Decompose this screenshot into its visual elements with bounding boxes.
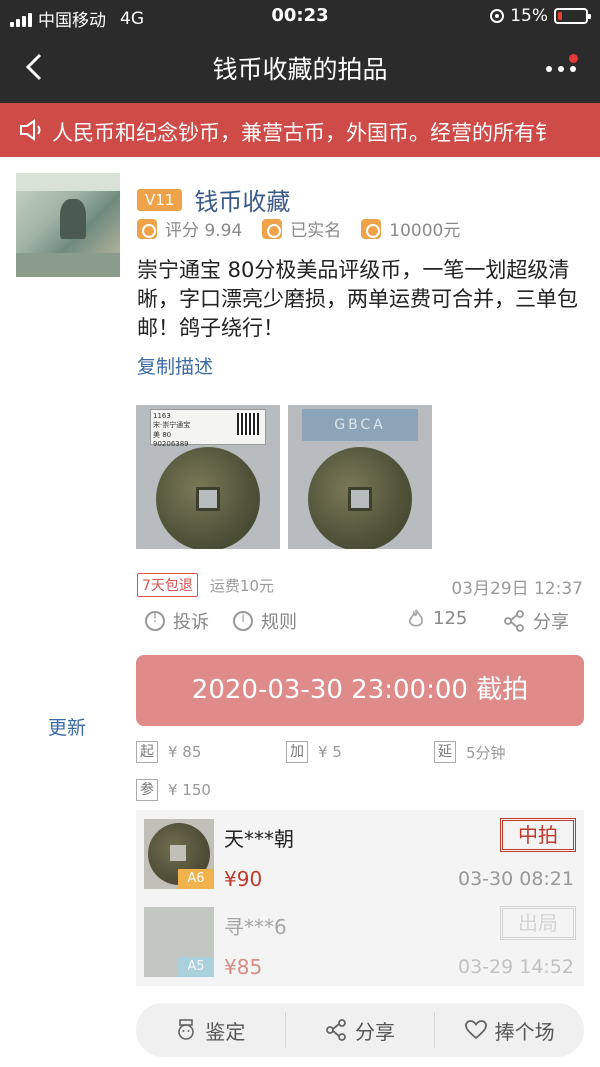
coin-image xyxy=(308,447,412,549)
rotation-lock-icon xyxy=(490,9,505,23)
appraiser-icon xyxy=(178,1019,195,1040)
extend-tag: 延 xyxy=(434,741,456,763)
deposit-icon xyxy=(361,218,382,239)
bid-price: ¥85 xyxy=(224,955,263,979)
bidder-avatar: A6 xyxy=(144,819,214,889)
bid-list: A6 天***朝 ¥90 03-30 08:21 中拍 A5 寻***6 ¥85… xyxy=(136,810,584,986)
battery-icon xyxy=(554,8,591,24)
winning-stamp: 中拍 xyxy=(500,818,576,852)
bidder-level: A5 xyxy=(178,957,214,977)
bid-time: 03-30 08:21 xyxy=(457,868,574,890)
top-header: 中国移动 4G 00:23 15% 钱币收藏的拍品 xyxy=(0,0,600,103)
item-description: 崇宁通宝 80分极美品评级币，一笔一划超级清晰，字口漂亮少磨损，两单运费可合并，… xyxy=(137,258,578,340)
status-bar: 中国移动 4G 00:23 15% xyxy=(0,0,600,32)
heat-count: 125 xyxy=(407,608,467,629)
grading-label: 1163 宋·崇宁通宝 美 80 90206389 xyxy=(150,409,266,448)
appraise-button[interactable]: 鉴定 xyxy=(136,1003,285,1057)
update-link[interactable]: 更新 xyxy=(48,713,86,740)
copy-description-link[interactable]: 复制描述 xyxy=(137,352,213,379)
policy-row: 7天包退 运费10元 xyxy=(137,573,274,597)
notice-bar[interactable]: 人民币和纪念钞币，兼营古币，外国币。经营的所有钅 xyxy=(0,103,600,157)
qr-code-icon xyxy=(237,413,259,435)
notification-dot xyxy=(569,54,578,63)
bid-price: ¥90 xyxy=(224,867,263,891)
coin-image xyxy=(156,447,260,549)
system-icons: 15% xyxy=(490,6,591,26)
nav-bar: 钱币收藏的拍品 xyxy=(0,32,600,103)
bidder-level: A6 xyxy=(178,869,214,889)
bottom-action-bar: 鉴定 分享 捧个场 xyxy=(136,1003,584,1057)
seller-name[interactable]: 钱币收藏 xyxy=(194,182,290,217)
post-time: 03月29日 12:37 xyxy=(451,579,583,599)
notice-text: 人民币和纪念钞币，兼营古币，外国币。经营的所有钅 xyxy=(52,121,556,145)
bid-increment: 加 ¥ 5 xyxy=(286,741,342,763)
page-title: 钱币收藏的拍品 xyxy=(212,55,388,84)
more-button[interactable] xyxy=(542,54,582,82)
complain-button[interactable]: 投诉 xyxy=(145,608,209,634)
bid-time: 03-29 14:52 xyxy=(457,956,574,978)
vip-badge: V11 xyxy=(137,188,183,211)
item-photo-2[interactable]: GBCA xyxy=(288,405,432,549)
seller-avatar[interactable] xyxy=(16,173,120,277)
bid-row[interactable]: A5 寻***6 ¥85 03-29 14:52 出局 xyxy=(136,898,584,986)
bid-row[interactable]: A6 天***朝 ¥90 03-30 08:21 中拍 xyxy=(136,810,584,898)
increment-tag: 加 xyxy=(286,741,308,763)
info-icon xyxy=(233,611,253,631)
extend-time: 延 5分钟 xyxy=(434,741,506,763)
heart-icon xyxy=(464,1020,487,1040)
reference-price: 参 ¥ 150 xyxy=(136,779,211,801)
shipping-fee: 运费10元 xyxy=(209,576,275,595)
more-dots-icon xyxy=(546,66,576,72)
return-badge: 7天包退 xyxy=(137,573,198,597)
bidder-avatar: A5 xyxy=(144,907,214,977)
flame-icon xyxy=(408,609,424,627)
support-button[interactable]: 捧个场 xyxy=(435,1003,584,1057)
share-icon xyxy=(504,610,524,632)
start-price: 起 ¥ 85 xyxy=(136,741,201,763)
id-verified-icon xyxy=(262,218,283,239)
outbid-stamp: 出局 xyxy=(500,906,576,940)
speaker-icon xyxy=(20,119,41,141)
share-icon xyxy=(326,1019,346,1041)
share-button[interactable]: 分享 xyxy=(503,608,569,634)
seller-header: V11 钱币收藏 xyxy=(137,182,290,217)
auction-deadline-button[interactable]: 2020-03-30 23:00:00 截拍 xyxy=(136,655,584,726)
rating: 评分 9.94 xyxy=(137,216,242,241)
avatar-banner xyxy=(16,173,120,191)
warning-icon xyxy=(145,611,165,631)
battery-percent: 15% xyxy=(510,6,548,26)
reference-tag: 参 xyxy=(136,779,158,801)
seller-meta: 评分 9.94 已实名 10000元 xyxy=(137,216,480,241)
start-tag: 起 xyxy=(136,741,158,763)
rules-button[interactable]: 规则 xyxy=(233,608,297,634)
bidder-name: 寻***6 xyxy=(224,915,287,939)
action-row: 投诉 规则 125 分享 xyxy=(145,606,585,636)
item-photo-1[interactable]: 1163 宋·崇宁通宝 美 80 90206389 xyxy=(136,405,280,549)
bottom-share-button[interactable]: 分享 xyxy=(286,1003,435,1057)
verified: 已实名 xyxy=(262,216,341,241)
bidder-name: 天***朝 xyxy=(224,827,294,851)
deposit: 10000元 xyxy=(361,216,460,241)
star-icon xyxy=(137,218,157,239)
grading-holo-label: GBCA xyxy=(302,409,418,441)
